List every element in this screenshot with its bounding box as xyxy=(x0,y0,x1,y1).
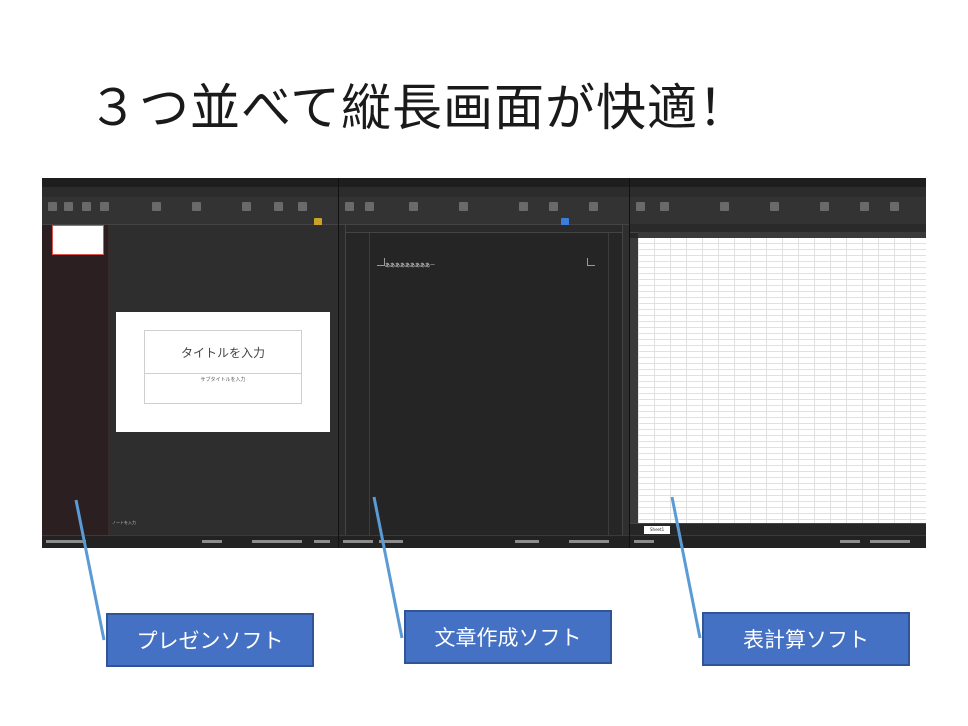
document-app-window: あああああああああー xyxy=(339,178,630,548)
slide-canvas[interactable]: タイトルを入力 サブタイトルを入力 xyxy=(116,312,330,432)
sheet-tab[interactable]: Sheet1 xyxy=(644,526,671,534)
ribbon-tabs[interactable] xyxy=(339,187,629,202)
document-page[interactable] xyxy=(369,233,609,536)
vertical-scrollbar[interactable] xyxy=(622,225,629,536)
slide-thumbnail[interactable] xyxy=(52,225,104,255)
vertical-ruler xyxy=(339,225,346,536)
screenshot-three-windows: タイトルを入力 サブタイトルを入力 ノートを入力 あああああああああー Shee… xyxy=(42,178,926,548)
label-presentation-software: プレゼンソフト xyxy=(106,613,314,667)
ribbon-tabs[interactable] xyxy=(42,187,338,202)
title-placeholder[interactable]: タイトルを入力 xyxy=(144,330,302,374)
label-spreadsheet-software: 表計算ソフト xyxy=(702,612,910,666)
slide-title: ３つ並べて縦長画面が快適！ xyxy=(88,79,749,137)
document-body-text[interactable]: あああああああああー xyxy=(385,262,435,269)
row-headers[interactable] xyxy=(630,238,638,524)
presentation-app-window: タイトルを入力 サブタイトルを入力 ノートを入力 xyxy=(42,178,339,548)
margin-corner-marker xyxy=(587,258,595,266)
cell-grid[interactable] xyxy=(638,238,926,524)
ribbon-tabs[interactable] xyxy=(630,187,926,202)
label-document-software: 文章作成ソフト xyxy=(404,610,612,664)
margin-corner-marker xyxy=(377,258,385,266)
notes-placeholder[interactable]: ノートを入力 xyxy=(112,520,136,526)
ribbon-toolbar[interactable] xyxy=(630,197,926,225)
status-bar xyxy=(339,535,629,548)
status-bar xyxy=(42,535,338,548)
horizontal-ruler xyxy=(345,225,629,233)
spreadsheet-app-window: Sheet1 xyxy=(630,178,926,548)
status-bar xyxy=(630,535,926,548)
slide-thumbnail-pane xyxy=(42,225,109,536)
subtitle-placeholder[interactable]: サブタイトルを入力 xyxy=(144,374,302,404)
ribbon-toolbar[interactable] xyxy=(339,197,629,228)
ribbon-toolbar[interactable] xyxy=(42,197,338,228)
